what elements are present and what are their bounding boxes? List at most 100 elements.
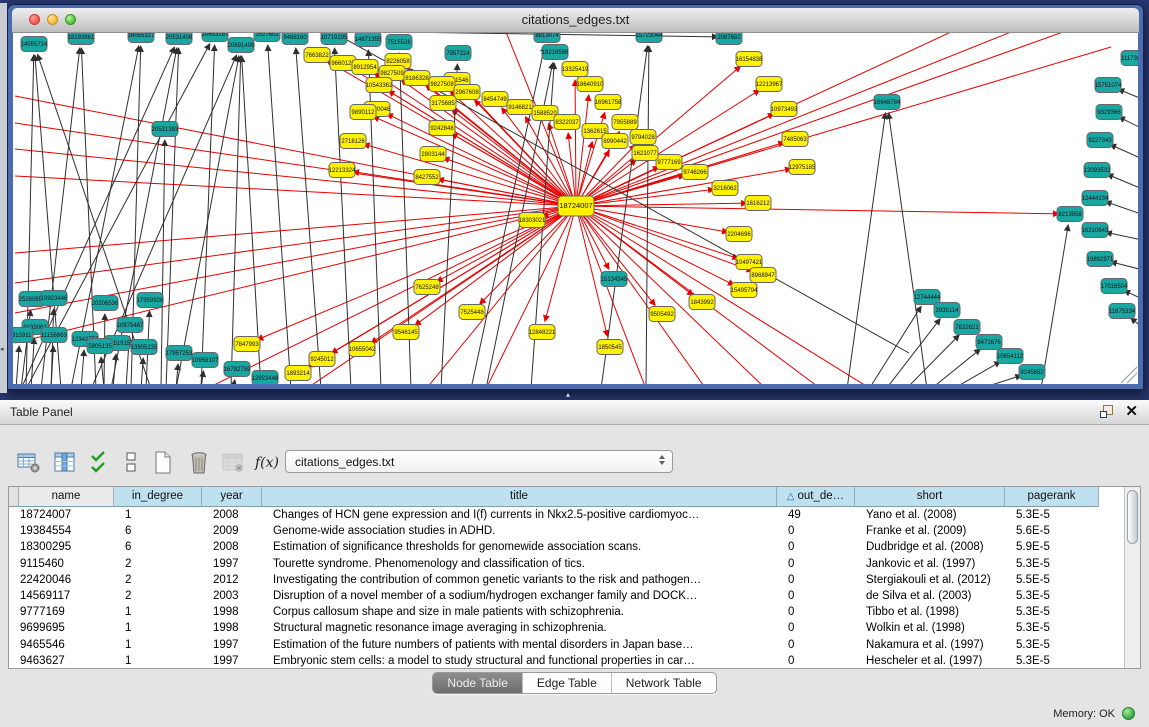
- graph-node[interactable]: 12093532: [1084, 163, 1111, 178]
- graph-node[interactable]: 8322037: [554, 115, 580, 130]
- graph-edge[interactable]: [646, 46, 649, 384]
- graph-edge[interactable]: [1107, 174, 1138, 191]
- graph-node[interactable]: 9794028: [630, 130, 656, 145]
- graph-edge[interactable]: [15, 176, 576, 206]
- function-builder-button[interactable]: f(x): [252, 448, 282, 478]
- graph-edge[interactable]: [576, 47, 1111, 206]
- graph-edge[interactable]: [81, 350, 84, 384]
- table-row[interactable]: 977716911998Corpus callosum shape and si…: [9, 604, 1140, 620]
- graph-node[interactable]: 9777169: [656, 155, 682, 170]
- select-all-button[interactable]: [84, 448, 114, 478]
- graph-edge[interactable]: [166, 48, 179, 384]
- table-row[interactable]: 946362711997Embryonic stem cells: a mode…: [9, 653, 1140, 669]
- graph-node[interactable]: 7625248: [414, 280, 440, 295]
- graph-node[interactable]: 8968947: [750, 268, 776, 283]
- graph-node[interactable]: 3915911: [13, 328, 33, 343]
- graph-node[interactable]: 7663822: [304, 48, 330, 63]
- graph-node[interactable]: 2967608: [454, 85, 480, 100]
- graph-edge[interactable]: [1111, 262, 1138, 271]
- graph-node[interactable]: 7957224: [445, 46, 471, 61]
- graph-node[interactable]: 16648784: [874, 95, 901, 110]
- graph-node[interactable]: 15495794: [731, 283, 758, 298]
- graph-edge[interactable]: [201, 45, 215, 384]
- tab-node-table[interactable]: Node Table: [433, 673, 522, 693]
- graph-edge[interactable]: [368, 50, 381, 384]
- graph-node[interactable]: 16210643: [1082, 223, 1109, 238]
- graph-node[interactable]: 9546145: [393, 325, 419, 340]
- graph-node[interactable]: 8990442: [602, 134, 628, 149]
- graph-edge[interactable]: [906, 335, 959, 384]
- graph-node[interactable]: 20531393: [152, 122, 179, 137]
- graph-node[interactable]: 20691406: [228, 38, 255, 53]
- graph-node[interactable]: 2718126: [340, 134, 366, 149]
- graph-node[interactable]: 19892971: [1087, 252, 1114, 267]
- graph-node[interactable]: 19218596: [542, 45, 569, 60]
- graph-node[interactable]: 15751074: [1095, 78, 1122, 93]
- column-header-pagerank[interactable]: pagerank: [1005, 487, 1099, 507]
- graph-edge[interactable]: [242, 56, 261, 384]
- graph-node[interactable]: 8427552: [414, 170, 440, 185]
- graph-edge[interactable]: [16, 346, 19, 384]
- graph-node[interactable]: 10655042: [349, 342, 376, 357]
- graph-node[interactable]: 10543362: [366, 78, 393, 93]
- graph-node[interactable]: 16055327: [128, 33, 155, 43]
- graph-node[interactable]: 18303021: [519, 213, 546, 228]
- graph-node[interactable]: 13325419: [562, 62, 589, 77]
- graph-node[interactable]: 16782759: [224, 362, 251, 377]
- network-canvas[interactable]: 1872400796601258912954822605898275098186…: [13, 33, 1138, 384]
- graph-node[interactable]: 11156863: [41, 328, 68, 343]
- column-header-short[interactable]: short: [855, 487, 1005, 507]
- graph-node[interactable]: 9245012: [309, 352, 335, 367]
- graph-edge[interactable]: [1041, 225, 1068, 384]
- graph-node[interactable]: 1616212: [745, 196, 771, 211]
- graph-node[interactable]: 13505135: [131, 340, 158, 355]
- graph-node[interactable]: 8813074: [534, 33, 560, 43]
- graph-node[interactable]: 9242848: [429, 121, 455, 136]
- graph-edge[interactable]: [1105, 202, 1138, 216]
- graph-node[interactable]: 1527602: [254, 33, 280, 42]
- column-header-name[interactable]: name: [19, 487, 114, 507]
- table-row[interactable]: 1456911722003Disruption of a novel membe…: [9, 588, 1140, 604]
- graph-edge[interactable]: [307, 206, 576, 367]
- window-titlebar[interactable]: citations_edges.txt: [12, 8, 1139, 33]
- graph-edge[interactable]: [161, 140, 165, 384]
- graph-edge[interactable]: [111, 48, 177, 384]
- table-select-dropdown[interactable]: citations_edges.txt: [285, 450, 673, 473]
- graph-node[interactable]: 7632621: [954, 320, 980, 335]
- graph-node[interactable]: 14055724: [21, 37, 48, 52]
- create-table-button[interactable]: [148, 448, 178, 478]
- graph-node[interactable]: 16154838: [736, 52, 763, 67]
- graph-node[interactable]: 20206536: [92, 296, 119, 311]
- graph-node[interactable]: 9827508: [429, 77, 455, 92]
- delete-table-button[interactable]: [218, 448, 248, 478]
- graph-node[interactable]: 17957253: [166, 346, 193, 361]
- collapse-arrow-icon[interactable]: ◂: [0, 345, 4, 353]
- graph-edge[interactable]: [296, 48, 321, 384]
- graph-node[interactable]: 12848221: [529, 325, 556, 340]
- graph-node[interactable]: 10975487: [117, 318, 144, 333]
- graph-node[interactable]: 18193861: [68, 33, 95, 45]
- float-panel-icon[interactable]: [1100, 405, 1113, 418]
- graph-node[interactable]: 17359928: [137, 293, 164, 308]
- graph-node[interactable]: 5905135: [87, 339, 113, 354]
- graph-node[interactable]: 12444134: [1082, 191, 1109, 206]
- column-header-in_degree[interactable]: in_degree: [114, 487, 202, 507]
- graph-node[interactable]: 8454749: [482, 92, 508, 107]
- close-panel-icon[interactable]: ✕: [1125, 402, 1138, 422]
- graph-node[interactable]: 7847993: [234, 337, 260, 352]
- tab-edge-table[interactable]: Edge Table: [522, 673, 611, 693]
- zoom-window-button[interactable]: [65, 14, 76, 25]
- graph-edge[interactable]: [268, 45, 291, 384]
- graph-node[interactable]: 1850545: [597, 340, 623, 355]
- graph-edge[interactable]: [1131, 318, 1138, 331]
- graph-node[interactable]: 8471676: [976, 335, 1002, 350]
- graph-edge[interactable]: [1110, 144, 1138, 161]
- graph-node[interactable]: 8186328: [404, 71, 430, 86]
- graph-node[interactable]: 12923448: [252, 371, 279, 385]
- graph-node[interactable]: 1621077: [632, 146, 658, 161]
- graph-node[interactable]: 10719195: [321, 33, 348, 45]
- graph-edge[interactable]: [176, 56, 239, 384]
- graph-node[interactable]: 8912954: [352, 60, 378, 75]
- graph-edge[interactable]: [576, 206, 1059, 214]
- table-row[interactable]: 946554611997Estimation of the future num…: [9, 637, 1140, 653]
